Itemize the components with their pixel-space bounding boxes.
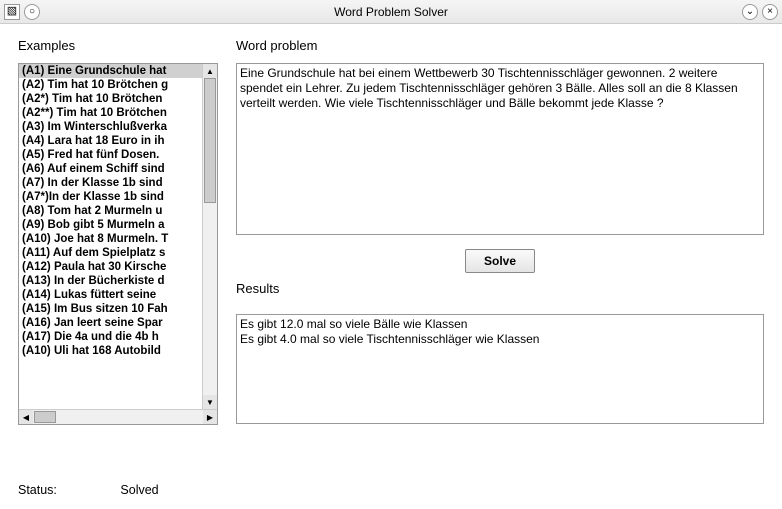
- results-textarea[interactable]: Es gibt 12.0 mal so viele Bälle wie Klas…: [236, 314, 764, 424]
- example-item[interactable]: (A15) Im Bus sitzen 10 Fah: [19, 302, 217, 316]
- examples-list[interactable]: (A1) Eine Grundschule hat(A2) Tim hat 10…: [19, 64, 217, 409]
- example-item[interactable]: (A11) Auf dem Spielplatz s: [19, 246, 217, 260]
- status-value: Solved: [120, 483, 158, 497]
- example-item[interactable]: (A14) Lukas füttert seine: [19, 288, 217, 302]
- right-column: Word problem Eine Grundschule hat bei ei…: [236, 38, 764, 471]
- example-item[interactable]: (A12) Paula hat 30 Kirsche: [19, 260, 217, 274]
- examples-vertical-scrollbar[interactable]: ▲ ▼: [202, 64, 217, 409]
- results-label: Results: [236, 281, 764, 296]
- example-item[interactable]: (A16) Jan leert seine Spar: [19, 316, 217, 330]
- example-item[interactable]: (A6) Auf einem Schiff sind: [19, 162, 217, 176]
- window-titlebar: ▧ ○ Word Problem Solver ⌄ ×: [0, 0, 782, 24]
- examples-label: Examples: [18, 38, 218, 53]
- example-item[interactable]: (A5) Fred hat fünf Dosen.: [19, 148, 217, 162]
- main-content: Examples (A1) Eine Grundschule hat(A2) T…: [0, 24, 782, 479]
- example-item[interactable]: (A8) Tom hat 2 Murmeln u: [19, 204, 217, 218]
- example-item[interactable]: (A2*) Tim hat 10 Brötchen: [19, 92, 217, 106]
- scroll-horizontal-thumb[interactable]: [34, 411, 56, 423]
- examples-horizontal-scrollbar[interactable]: ◀ ▶: [19, 409, 217, 424]
- status-bar: Status: Solved: [0, 479, 782, 497]
- app-icon: ▧: [4, 4, 20, 20]
- scroll-right-arrow-icon[interactable]: ▶: [203, 410, 217, 424]
- scroll-left-arrow-icon[interactable]: ◀: [19, 410, 33, 424]
- example-item[interactable]: (A1) Eine Grundschule hat: [19, 64, 217, 78]
- word-problem-label: Word problem: [236, 38, 764, 53]
- example-item[interactable]: (A9) Bob gibt 5 Murmeln a: [19, 218, 217, 232]
- example-item[interactable]: (A7*)In der Klasse 1b sind: [19, 190, 217, 204]
- close-button[interactable]: ×: [762, 4, 778, 20]
- example-item[interactable]: (A10) Joe hat 8 Murmeln. T: [19, 232, 217, 246]
- status-label: Status:: [18, 483, 57, 497]
- examples-listbox[interactable]: (A1) Eine Grundschule hat(A2) Tim hat 10…: [18, 63, 218, 425]
- example-item[interactable]: (A2) Tim hat 10 Brötchen g: [19, 78, 217, 92]
- titlebar-button-left[interactable]: ○: [24, 4, 40, 20]
- left-column: Examples (A1) Eine Grundschule hat(A2) T…: [18, 38, 218, 471]
- scroll-vertical-thumb[interactable]: [204, 78, 216, 203]
- window-title: Word Problem Solver: [40, 5, 742, 19]
- solve-button[interactable]: Solve: [465, 249, 535, 273]
- minimize-button[interactable]: ⌄: [742, 4, 758, 20]
- scroll-down-arrow-icon[interactable]: ▼: [203, 395, 217, 409]
- word-problem-textarea[interactable]: Eine Grundschule hat bei einem Wettbewer…: [236, 63, 764, 235]
- example-item[interactable]: (A10) Uli hat 168 Autobild: [19, 344, 217, 358]
- example-item[interactable]: (A4) Lara hat 18 Euro in ih: [19, 134, 217, 148]
- example-item[interactable]: (A7) In der Klasse 1b sind: [19, 176, 217, 190]
- example-item[interactable]: (A2**) Tim hat 10 Brötchen: [19, 106, 217, 120]
- example-item[interactable]: (A13) In der Bücherkiste d: [19, 274, 217, 288]
- example-item[interactable]: (A3) Im Winterschlußverka: [19, 120, 217, 134]
- example-item[interactable]: (A17) Die 4a und die 4b h: [19, 330, 217, 344]
- scroll-up-arrow-icon[interactable]: ▲: [203, 64, 217, 78]
